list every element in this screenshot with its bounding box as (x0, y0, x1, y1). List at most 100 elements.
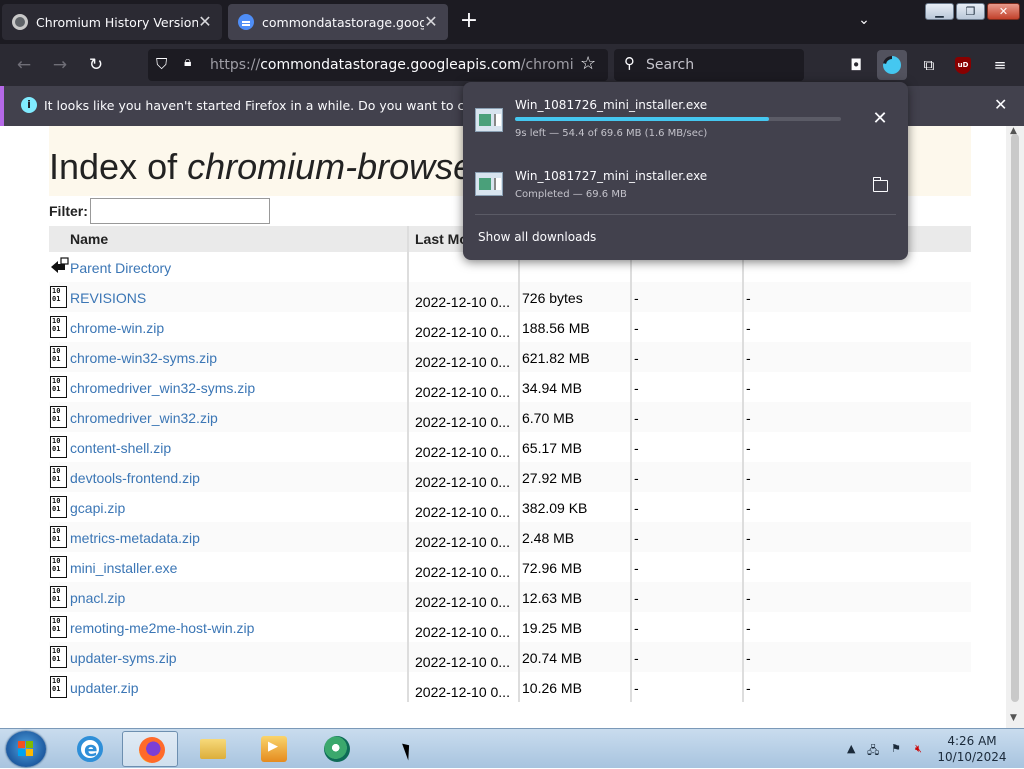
search-placeholder: Search (646, 57, 695, 73)
reload-icon[interactable]: ↻ (84, 53, 108, 77)
url-text[interactable]: https://commondatastorage.googleapis.com… (210, 57, 574, 73)
file-date: 2022-12-10 0... (407, 402, 517, 432)
scroll-down-icon[interactable]: ▼ (1010, 713, 1017, 723)
lock-icon[interactable]: 🔒︎ (184, 54, 191, 70)
close-tab-icon[interactable]: ✕ (422, 13, 440, 31)
taskbar-firefox[interactable] (122, 731, 178, 767)
file-link[interactable]: pnacl.zip (70, 590, 125, 606)
file-size: 188.56 MB (518, 312, 629, 342)
download-item[interactable]: Win_1081726_mini_installer.exe 9s left —… (463, 82, 908, 150)
back-icon[interactable]: ← (12, 53, 36, 77)
filter-input[interactable] (90, 198, 270, 224)
open-folder-icon[interactable] (872, 177, 888, 192)
file-size: 65.17 MB (518, 432, 629, 462)
taskbar-edge[interactable] (308, 731, 364, 767)
file-link[interactable]: mini_installer.exe (70, 560, 177, 576)
file-link[interactable]: chromedriver_win32-syms.zip (70, 380, 255, 396)
binary-file-icon (50, 316, 67, 338)
file-link[interactable]: gcapi.zip (70, 500, 125, 516)
window-maximize-button[interactable]: ❐ (956, 3, 985, 20)
file-date: 2022-12-10 0... (407, 642, 517, 672)
window-minimize-button[interactable]: ▁ (925, 3, 954, 20)
file-link[interactable]: chromedriver_win32.zip (70, 410, 218, 426)
download-progress-bar (515, 117, 841, 121)
file-date: 2022-12-10 0... (407, 342, 517, 372)
page-scrollbar[interactable]: ▲ ▼ (1006, 126, 1024, 728)
file-link[interactable]: chrome-win.zip (70, 320, 164, 336)
clock-time: 4:26 AM (947, 734, 997, 748)
file-size: 10.26 MB (518, 672, 629, 702)
downloads-button[interactable] (877, 50, 907, 80)
table-row: REVISIONS2022-12-10 0...726 bytes-- (49, 282, 971, 312)
url-bar[interactable]: ⛉ 🔒︎ https://commondatastorage.googleapi… (148, 49, 608, 81)
file-link[interactable]: devtools-frontend.zip (70, 470, 200, 486)
extensions-icon[interactable]: ⧉ (917, 53, 941, 77)
start-button[interactable] (6, 731, 46, 767)
table-row: chromedriver_win32.zip 2022-12-10 0...6.7… (49, 402, 971, 432)
column-header-name[interactable]: Name (70, 226, 406, 252)
table-row: chromedriver_win32-syms.zip 2022-12-10 0.… (49, 372, 971, 402)
download-item[interactable]: Win_1081727_mini_installer.exe Completed… (463, 152, 908, 220)
table-row: devtools-frontend.zip 2022-12-10 0...27.9… (49, 462, 971, 492)
close-tab-icon[interactable]: ✕ (196, 13, 214, 31)
file-description: - (742, 312, 971, 342)
tab-commondatastorage[interactable]: commondatastorage.googleap ✕ (228, 4, 448, 40)
file-link[interactable]: content-shell.zip (70, 440, 171, 456)
window-close-button[interactable]: ✕ (987, 3, 1020, 20)
download-progress-icon (883, 56, 901, 74)
taskbar-file-explorer[interactable] (184, 731, 240, 767)
table-row: mini_installer.exe 2022-12-10 0...72.96 M… (49, 552, 971, 582)
file-link[interactable]: updater-syms.zip (70, 650, 177, 666)
table-row: updater.zip2022-12-10 0...10.26 MB-- (49, 672, 971, 702)
volume-muted-icon[interactable]: 🔇︎ (915, 742, 922, 756)
file-link[interactable]: metrics-metadata.zip (70, 530, 200, 546)
tab-chromium-history[interactable]: Chromium History Versions Do ✕ (2, 4, 222, 40)
menu-icon[interactable]: ≡ (988, 53, 1012, 77)
search-icon: ⚲ (624, 54, 635, 72)
file-link[interactable]: remoting-me2me-host-win.zip (70, 620, 254, 636)
file-date: 2022-12-10 0... (407, 582, 517, 612)
filter-label: Filter: (49, 203, 88, 219)
close-notification-icon[interactable]: ✕ (994, 95, 1007, 114)
file-description: - (742, 642, 971, 672)
clock[interactable]: 4:26 AM 10/10/2024 (930, 733, 1014, 765)
list-all-tabs-icon[interactable]: ⌄ (854, 12, 874, 32)
file-type: - (630, 612, 741, 642)
network-icon[interactable]: 🖧︎ (867, 742, 879, 761)
internet-explorer-icon (77, 736, 103, 762)
file-description: - (742, 522, 971, 552)
file-type: - (630, 522, 741, 552)
file-date: 2022-12-10 0... (407, 462, 517, 492)
forward-icon[interactable]: → (48, 53, 72, 77)
file-description: - (742, 612, 971, 642)
file-link[interactable]: updater.zip (70, 680, 139, 696)
file-description: - (742, 672, 971, 702)
show-all-downloads-link[interactable]: Show all downloads (478, 230, 596, 244)
chrome-favicon-icon (12, 14, 28, 30)
file-description: - (742, 432, 971, 462)
tab-title: Chromium History Versions Do (36, 14, 198, 30)
file-link[interactable]: REVISIONS (70, 290, 146, 306)
action-center-flag-icon[interactable]: ⚑ (891, 742, 901, 755)
download-filename: Win_1081726_mini_installer.exe (515, 98, 708, 112)
taskbar-internet-explorer[interactable] (61, 731, 117, 767)
ublock-origin-icon[interactable]: uD (955, 57, 971, 74)
file-date: 2022-12-10 0... (407, 552, 517, 582)
bookmark-star-icon[interactable]: ☆ (580, 53, 596, 74)
pocket-icon[interactable]: ◘ (844, 53, 868, 77)
file-type: - (630, 462, 741, 492)
tab-strip: Chromium History Versions Do ✕ commondat… (0, 0, 1024, 44)
file-type: - (630, 312, 741, 342)
file-date: 2022-12-10 0... (407, 612, 517, 642)
file-link[interactable]: chrome-win32-syms.zip (70, 350, 217, 366)
file-date: 2022-12-10 0... (407, 312, 517, 342)
parent-directory-link[interactable]: Parent Directory (70, 260, 171, 276)
new-tab-button[interactable]: + (458, 10, 480, 32)
search-input[interactable]: ⚲ Search (614, 49, 804, 81)
shield-icon[interactable]: ⛉ (156, 55, 167, 73)
cancel-download-icon[interactable]: ✕ (869, 108, 891, 130)
table-row: gcapi.zip2022-12-10 0...382.09 KB-- (49, 492, 971, 522)
show-hidden-icons-icon[interactable]: ▲ (847, 742, 855, 755)
taskbar-media-player[interactable] (245, 731, 301, 767)
scrollbar-thumb[interactable] (1011, 134, 1019, 702)
